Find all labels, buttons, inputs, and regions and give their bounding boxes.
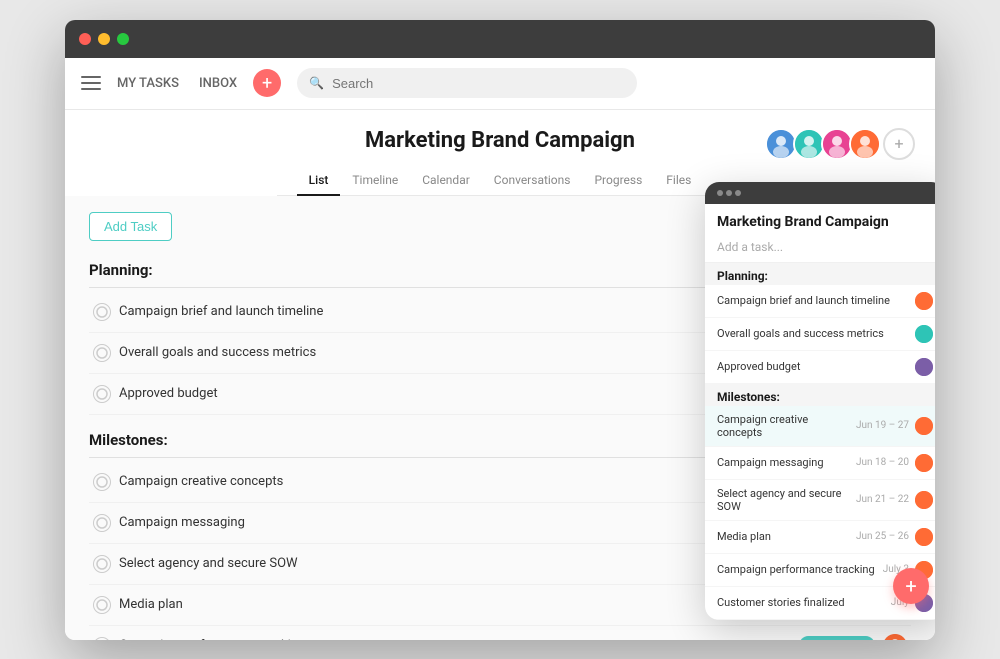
list-item[interactable]: Campaign creative concepts Jun 19 – 27 — [705, 406, 935, 447]
tab-bar: List Timeline Calendar Conversations Pro… — [277, 165, 724, 196]
mobile-task-date: Jun 19 – 27 — [856, 420, 909, 431]
mobile-task-name: Customer stories finalized — [717, 596, 885, 609]
task-date: Jul 3 — [711, 639, 791, 640]
inbox-link[interactable]: INBOX — [199, 76, 237, 91]
mobile-task-name: Campaign messaging — [717, 456, 850, 469]
tab-list[interactable]: List — [297, 165, 341, 195]
traffic-lights — [79, 33, 129, 45]
mobile-task-date: Jun 21 – 22 — [856, 494, 909, 505]
my-tasks-link[interactable]: MY TASKS — [117, 76, 179, 91]
tab-calendar[interactable]: Calendar — [410, 165, 482, 195]
mobile-dot — [726, 190, 732, 196]
list-item[interactable]: Approved budget — [705, 351, 935, 384]
tab-conversations[interactable]: Conversations — [482, 165, 583, 195]
tab-progress[interactable]: Progress — [582, 165, 654, 195]
tab-timeline[interactable]: Timeline — [340, 165, 410, 195]
task-checkbox[interactable] — [93, 344, 111, 362]
task-checkbox[interactable] — [93, 596, 111, 614]
mobile-dot — [717, 190, 723, 196]
close-button[interactable] — [79, 33, 91, 45]
mobile-task-avatar — [915, 454, 933, 472]
add-task-button[interactable]: Add Task — [89, 212, 172, 241]
mobile-dots — [717, 190, 741, 196]
hamburger-icon[interactable] — [81, 76, 101, 90]
list-item[interactable]: Campaign brief and launch timeline — [705, 285, 935, 318]
task-checkbox[interactable] — [93, 514, 111, 532]
mobile-header — [705, 182, 935, 204]
mobile-task-date: Jun 25 – 26 — [856, 531, 909, 542]
fullscreen-button[interactable] — [117, 33, 129, 45]
mobile-task-avatar — [915, 528, 933, 546]
search-input[interactable] — [332, 76, 625, 91]
avatar-group: + — [765, 128, 915, 160]
top-nav: MY TASKS INBOX + 🔍 — [65, 58, 935, 110]
mobile-task-name: Select agency and secure SOW — [717, 487, 850, 513]
mobile-dot — [735, 190, 741, 196]
task-checkbox[interactable] — [93, 473, 111, 491]
task-name: Approved budget — [119, 386, 707, 401]
task-name: Campaign creative concepts — [119, 474, 707, 489]
task-name: Overall goals and success metrics — [119, 345, 707, 360]
task-name: Select agency and secure SOW — [119, 556, 707, 571]
mobile-task-name: Media plan — [717, 530, 850, 543]
mac-window: MY TASKS INBOX + 🔍 Marketing Brand Campa… — [65, 20, 935, 640]
status-badge: In progress — [799, 636, 875, 640]
task-name: Media plan — [119, 597, 703, 612]
task-avatar — [883, 634, 907, 640]
mobile-task-name: Overall goals and success metrics — [717, 327, 909, 340]
mobile-task-avatar — [915, 292, 933, 310]
task-name: Campaign brief and launch timeline — [119, 304, 707, 319]
nav-links: MY TASKS INBOX — [117, 76, 237, 91]
mobile-task-date: Jun 18 – 20 — [856, 457, 909, 468]
mobile-add-task[interactable]: Add a task... — [705, 236, 935, 263]
mobile-task-avatar — [915, 491, 933, 509]
task-checkbox[interactable] — [93, 303, 111, 321]
mobile-fab-button[interactable]: + — [893, 568, 929, 604]
mobile-project-title: Marketing Brand Campaign — [705, 204, 935, 236]
mobile-task-avatar — [915, 417, 933, 435]
task-name: Campaign messaging — [119, 515, 707, 530]
mobile-task-avatar — [915, 325, 933, 343]
table-row[interactable]: Campaign performance tracking Jul 3 In p… — [89, 626, 911, 640]
global-add-button[interactable]: + — [253, 69, 281, 97]
mobile-task-name: Campaign brief and launch timeline — [717, 294, 909, 307]
mobile-milestones-header: Milestones: — [705, 384, 935, 406]
avatar[interactable] — [849, 128, 881, 160]
page-title: Marketing Brand Campaign — [365, 128, 635, 153]
mobile-planning-header: Planning: — [705, 263, 935, 285]
search-bar[interactable]: 🔍 — [297, 68, 637, 98]
mobile-task-name: Campaign creative concepts — [717, 413, 850, 439]
task-checkbox[interactable] — [93, 385, 111, 403]
mobile-task-name: Campaign performance tracking — [717, 563, 877, 576]
list-item[interactable]: Overall goals and success metrics — [705, 318, 935, 351]
mobile-task-avatar — [915, 358, 933, 376]
list-item[interactable]: Media plan Jun 25 – 26 — [705, 521, 935, 554]
task-checkbox[interactable] — [93, 555, 111, 573]
mobile-card: Marketing Brand Campaign Add a task... P… — [705, 182, 935, 620]
task-name: Campaign performance tracking — [119, 638, 703, 640]
list-item[interactable]: Campaign messaging Jun 18 – 20 — [705, 447, 935, 480]
list-item[interactable]: Select agency and secure SOW Jun 21 – 22 — [705, 480, 935, 521]
search-icon: 🔍 — [309, 76, 324, 90]
add-member-button[interactable]: + — [883, 128, 915, 160]
title-bar — [65, 20, 935, 58]
task-checkbox[interactable] — [93, 637, 111, 640]
tab-files[interactable]: Files — [654, 165, 703, 195]
minimize-button[interactable] — [98, 33, 110, 45]
mobile-task-name: Approved budget — [717, 360, 909, 373]
